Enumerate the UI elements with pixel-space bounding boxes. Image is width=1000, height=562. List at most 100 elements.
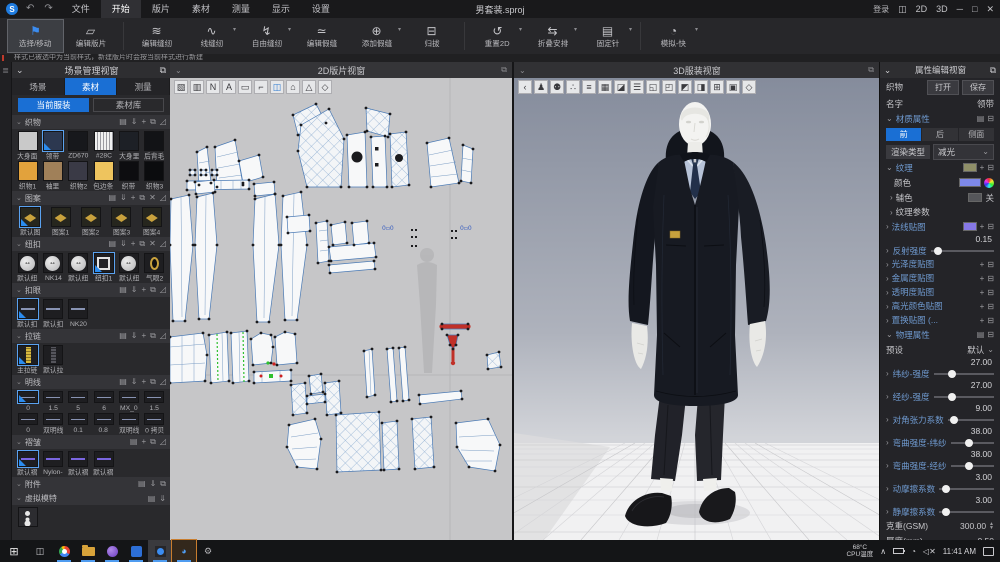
section-header-织物[interactable]: ⌄织物▤⇓+⧉◿ [12, 115, 170, 129]
copy-icon[interactable]: ⧉ [150, 331, 156, 341]
folder-icon[interactable]: ▤ [148, 494, 156, 503]
slider-track[interactable] [934, 396, 994, 398]
material-item[interactable]: 默认褶 [67, 451, 90, 476]
round-thumb[interactable] [68, 253, 88, 273]
view3d-float-icon[interactable]: ⧉ [868, 65, 874, 75]
material-item[interactable]: 默认扣 [41, 299, 64, 328]
expand-icon[interactable]: ◿ [160, 437, 166, 447]
texture-delete-icon[interactable]: ⊟ [987, 163, 994, 172]
swatch-thumb[interactable] [94, 161, 114, 181]
material-item[interactable]: NK14 [41, 253, 64, 282]
tool-重置2D[interactable]: ↺重置2D▾ [470, 20, 525, 52]
material-item[interactable]: 后背毛 [143, 131, 166, 160]
pattern-canvas[interactable]: ▧▥NA▭⌐◫⌂△◇ [170, 78, 512, 540]
tool-选择/移动[interactable]: ⚑选择/移动 [8, 20, 63, 52]
slider-knob[interactable] [965, 462, 973, 470]
line-thumb[interactable] [94, 391, 114, 403]
texture-caret-icon[interactable]: ⌄ [886, 163, 893, 172]
material-item[interactable]: 图案4 [138, 207, 166, 236]
section-caret-icon[interactable]: ⌄ [16, 480, 22, 488]
slider-caret-icon[interactable]: › [886, 461, 889, 470]
tool-线缝纫[interactable]: ∿线缝纫▾ [184, 20, 239, 52]
material-item[interactable]: 主拉链 [16, 345, 39, 374]
folder-icon[interactable]: ▤ [119, 117, 127, 127]
pattern-pieces-drawing[interactable]: 0▫0 0▫0 [170, 78, 512, 540]
slider-track[interactable] [934, 373, 994, 375]
texture-add-icon[interactable]: + [980, 163, 985, 172]
material-item[interactable]: 0.8 [92, 413, 115, 434]
avatar-measure-icon[interactable]: ≡ [582, 80, 596, 94]
rectangle-tool-icon[interactable]: ▭ [238, 80, 252, 94]
network-icon[interactable]: ◔ [911, 547, 916, 556]
material-item[interactable]: Nylon- [41, 451, 64, 476]
material-item[interactable]: MX_0 [117, 391, 140, 412]
import-icon[interactable]: ⇓ [120, 239, 127, 249]
import-icon[interactable]: ⇓ [131, 117, 138, 127]
cpu-temp-widget[interactable]: 68°C CPU温度 [846, 544, 873, 558]
import-icon[interactable]: ⇓ [120, 193, 127, 203]
import-icon[interactable]: ⇓ [150, 479, 157, 489]
line-thumb[interactable] [43, 299, 63, 319]
slider-track[interactable] [939, 511, 994, 513]
texture-thumb[interactable] [963, 163, 977, 172]
battery-icon[interactable] [893, 548, 904, 554]
volume-muted-icon[interactable]: ◁✕ [923, 547, 936, 556]
tool-添加假缝[interactable]: ⊕添加假缝▾ [349, 20, 404, 52]
section-caret-icon[interactable]: ⌄ [16, 194, 22, 202]
folder-icon[interactable]: ▤ [119, 285, 127, 295]
material-item[interactable]: 默认纽 [117, 253, 140, 282]
swatch-thumb[interactable] [144, 161, 164, 181]
slider-track[interactable] [951, 465, 994, 467]
delete-icon[interactable]: ✕ [149, 239, 156, 249]
material-item[interactable]: 大身面 [16, 131, 39, 160]
material-item[interactable]: 织物1 [16, 161, 39, 190]
tray-expand-icon[interactable]: ∧ [880, 547, 886, 556]
taskbar-app-style3d-app[interactable]: ◕ [172, 540, 196, 562]
line-thumb[interactable] [43, 391, 63, 403]
map-delete-icon[interactable]: ⊟ [987, 302, 994, 311]
import-icon[interactable]: ⇓ [131, 377, 138, 387]
slider-track[interactable] [951, 442, 994, 444]
folder-icon[interactable]: ▤ [108, 239, 116, 249]
pattern-thumb[interactable] [20, 207, 40, 227]
section-caret-icon[interactable]: ⌄ [16, 378, 22, 386]
tool-折叠安排[interactable]: ⇆折叠安排▾ [525, 20, 580, 52]
material-item[interactable]: 织物2 [67, 161, 90, 190]
slider-track[interactable] [939, 488, 994, 490]
slider-caret-icon[interactable]: › [886, 438, 889, 447]
material-item[interactable]: 大身里 [117, 131, 140, 160]
delete-icon[interactable]: ✕ [149, 193, 156, 203]
view3d-collapse-icon[interactable]: ⌄ [519, 66, 526, 75]
material-item[interactable]: 默认拉 [41, 345, 64, 374]
material-item[interactable]: 1.5 [41, 391, 64, 412]
material-item[interactable]: 0 [16, 413, 39, 434]
expand-icon[interactable]: ◿ [160, 117, 166, 127]
view2d-float-icon[interactable]: ⧉ [501, 65, 507, 75]
smart-select-icon[interactable]: ▥ [190, 80, 204, 94]
dropdown-caret-icon[interactable]: ▾ [629, 26, 632, 33]
section-header-图案[interactable]: ⌄图案▤⇓+⧉✕◿ [12, 191, 170, 205]
section-caret-icon[interactable]: ⌄ [16, 438, 22, 446]
round-thumb[interactable] [119, 253, 139, 273]
slider-track[interactable] [948, 419, 994, 421]
menu-显示[interactable]: 显示 [261, 0, 301, 18]
lasso-tool-icon[interactable]: ◇ [318, 80, 332, 94]
copy-icon[interactable]: ⧉ [160, 479, 166, 489]
map-add-icon[interactable]: + [980, 288, 985, 297]
physics-delete-icon[interactable]: ⊟ [987, 330, 994, 339]
pleat-thumb[interactable] [18, 451, 38, 467]
mannequin-render[interactable] [514, 78, 879, 540]
garment-back-icon[interactable]: ◩ [678, 80, 692, 94]
tool-编辑版片[interactable]: ▱编辑版片 [63, 20, 118, 52]
collapse-icon[interactable]: ‹ [518, 80, 532, 94]
pin-tool-icon[interactable]: △ [302, 80, 316, 94]
material-item[interactable]: 0.1 [67, 413, 90, 434]
pattern-thumb[interactable] [111, 207, 131, 227]
slider-knob[interactable] [965, 439, 973, 447]
login-button[interactable]: 登录 [873, 4, 889, 15]
avatar-pose-icon[interactable]: ⚉ [550, 80, 564, 94]
quilt-icon[interactable]: ▦ [598, 80, 612, 94]
dropdown-caret-icon[interactable]: ▾ [574, 26, 577, 33]
pleat-thumb[interactable] [68, 451, 88, 467]
material-item[interactable]: 默认图 [16, 207, 44, 236]
